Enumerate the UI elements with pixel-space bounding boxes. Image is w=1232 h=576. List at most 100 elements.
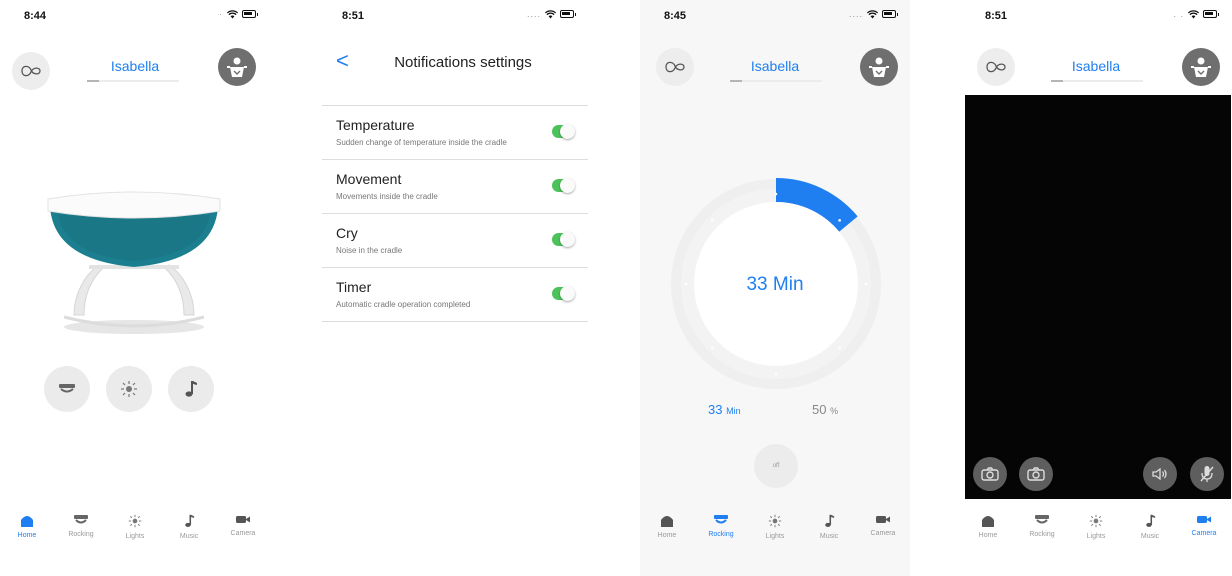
dial-tick [838,346,841,349]
tab-label: Lights [765,533,785,540]
tab-home[interactable]: Home [961,514,1015,554]
tab-bar: Home Rocking Lights Music Camera [961,514,1231,554]
temperature-toggle[interactable] [552,124,575,139]
name-progress-bar [87,80,179,82]
music-icon [1145,514,1155,527]
intensity-value: 50 [812,402,827,417]
home-screen: 8:44 · Isabella Home Rocking Lights Musi… [0,0,270,576]
tab-label: Camera [870,530,896,537]
home-icon [661,516,673,527]
battery-icon [560,10,576,18]
status-bar: 8:45 .... [640,0,910,30]
setting-title: Temperature [336,117,415,133]
status-time: 8:51 [985,10,1008,22]
battery-icon [242,10,258,18]
battery-icon [1203,10,1219,18]
tab-rocking[interactable]: Rocking [1015,514,1069,554]
baby-profile-icon[interactable] [218,48,256,86]
video-camera-icon [1197,516,1211,523]
wifi-icon [867,9,878,18]
status-bar: 8:44 · [0,0,270,30]
camera-icon[interactable] [1019,457,1053,491]
dial-tick [774,372,778,376]
cry-toggle[interactable] [552,232,575,247]
music-icon[interactable] [168,366,214,412]
signal-icon: · [219,9,223,19]
list-item: Timer Automatic cradle operation complet… [322,268,588,322]
list-item: Movement Movements inside the cradle [322,160,588,214]
camera-video-feed[interactable] [965,95,1231,499]
lights-icon [768,514,782,528]
timer-toggle[interactable] [552,286,575,301]
battery-icon [882,10,898,18]
status-icons: .... [526,9,576,19]
rocking-icon[interactable] [44,366,90,412]
wifi-icon [1188,9,1199,18]
tab-home[interactable]: Home [640,514,694,554]
timer-value: 33 Min [746,274,804,295]
tab-label: Music [1140,533,1160,540]
signal-icon: .... [848,9,863,19]
tab-music[interactable]: Music [1123,514,1177,554]
speaker-icon[interactable] [1143,457,1177,491]
status-time: 8:44 [24,10,47,22]
cradle-image [47,191,221,334]
tab-bar: Home Rocking Lights Music Camera [0,514,270,554]
camera-screen: 8:51 . . Isabella Home Rocking Lights Mu… [961,0,1231,576]
dial-tick [838,219,841,222]
tab-label: Camera [230,530,256,537]
setting-description: Automatic cradle operation completed [336,300,471,309]
status-time: 8:45 [664,10,687,22]
tab-camera[interactable]: Camera [856,514,910,554]
setting-description: Sudden change of temperature inside the … [336,138,507,147]
tab-label: Home [978,532,998,539]
tab-label: Lights [1086,533,1106,540]
lights-icon [1089,514,1103,528]
tab-lights[interactable]: Lights [748,514,802,554]
lights-icon[interactable] [106,366,152,412]
tab-rocking[interactable]: Rocking [694,514,748,554]
name-progress-bar [1051,80,1143,82]
tab-label: Camera [1191,530,1217,537]
intensity-unit: % [830,406,839,416]
status-icons: .... [848,9,898,19]
baby-profile-icon[interactable] [860,48,898,86]
off-button[interactable]: off [754,444,798,488]
rocking-icon [714,515,728,524]
baby-profile-icon[interactable] [1182,48,1220,86]
camera-icon[interactable] [973,457,1007,491]
duration-value: 33 [708,402,723,417]
dial-tick [711,346,714,349]
quick-actions [44,366,214,412]
music-icon [184,514,194,527]
setting-description: Movements inside the cradle [336,192,438,201]
music-icon [824,514,834,527]
tab-home[interactable]: Home [0,514,54,554]
notifications-screen: 8:51 .... < Notifications settings Tempe… [318,0,588,576]
signal-icon: .... [526,9,541,19]
tab-rocking[interactable]: Rocking [54,514,108,554]
status-icons: · [219,9,258,19]
list-item: Cry Noise in the cradle [322,214,588,268]
wifi-icon [227,9,238,18]
setting-title: Cry [336,225,358,241]
status-icons: . . [1173,9,1219,19]
intensity-readout: 50 % [812,402,838,417]
notification-settings-list: Temperature Sudden change of temperature… [322,105,588,322]
dial-tick [774,192,778,196]
tab-lights[interactable]: Lights [1069,514,1123,554]
rocking-screen: 8:45 .... Isabella 33 Min 33 Min 50 % of… [640,0,910,576]
tab-camera[interactable]: Camera [1177,514,1231,554]
dial-tick [711,219,714,222]
setting-title: Timer [336,279,372,295]
movement-toggle[interactable] [552,178,575,193]
setting-title: Movement [336,171,402,187]
mic-off-icon[interactable] [1190,457,1224,491]
tab-label: Rocking [68,531,94,538]
tab-music[interactable]: Music [162,514,216,554]
tab-music[interactable]: Music [802,514,856,554]
tab-lights[interactable]: Lights [108,514,162,554]
status-bar: 8:51 . . [961,0,1231,30]
tab-camera[interactable]: Camera [216,514,270,554]
tab-label: Music [179,533,199,540]
